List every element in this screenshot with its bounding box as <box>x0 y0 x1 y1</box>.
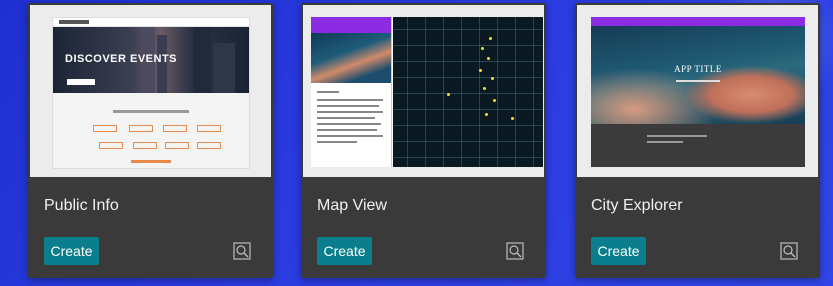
thumbnail-chip <box>197 142 221 149</box>
map-grid-line <box>407 17 408 167</box>
thumbnail-aerial-image: APP TITLE <box>591 26 805 124</box>
thumbnail-hero-title: APP TITLE <box>674 64 722 74</box>
thumbnail-chip <box>129 125 153 132</box>
map-marker <box>481 47 484 50</box>
thumbnail-subtitle <box>676 80 720 82</box>
building <box>213 43 235 93</box>
map-marker <box>447 93 450 96</box>
map-marker <box>479 69 482 72</box>
thumbnail-logo <box>59 20 89 24</box>
map-grid-line <box>393 61 543 62</box>
map-grid-line <box>393 109 543 110</box>
text-line <box>317 135 383 137</box>
text-line <box>317 111 383 113</box>
building <box>193 27 211 93</box>
map-grid-line <box>425 17 426 167</box>
map-marker <box>483 87 486 90</box>
template-card-public-info[interactable]: DISCOVER EVENTS Public Info Create <box>28 3 273 278</box>
thumbnail-chip <box>165 142 189 149</box>
thumbnail-chip <box>163 125 187 132</box>
thumbnail-header <box>311 17 391 33</box>
map-grid-line <box>393 45 543 46</box>
create-button[interactable]: Create <box>44 237 99 265</box>
preview-magnifier-icon[interactable] <box>780 242 798 260</box>
thumbnail-page <box>311 17 543 167</box>
map-grid-line <box>393 125 543 126</box>
text-line <box>317 141 357 143</box>
thumbnail-aerial-image <box>311 33 391 83</box>
thumbnail-chip <box>99 142 123 149</box>
map-grid-line <box>533 17 534 167</box>
thumbnail-hero-button <box>67 79 95 85</box>
map-marker <box>489 37 492 40</box>
card-title: City Explorer <box>591 197 683 214</box>
template-thumbnail[interactable]: APP TITLE <box>577 5 818 177</box>
template-thumbnail[interactable]: DISCOVER EVENTS <box>30 5 271 177</box>
thumbnail-hero: DISCOVER EVENTS <box>53 27 249 93</box>
map-grid-line <box>393 93 543 94</box>
map-grid-line <box>443 17 444 167</box>
thumbnail-side-panel <box>311 17 392 167</box>
thumbnail-hero-title: DISCOVER EVENTS <box>65 53 178 65</box>
map-grid-line <box>393 77 543 78</box>
preview-magnifier-icon[interactable] <box>506 242 524 260</box>
create-button[interactable]: Create <box>591 237 646 265</box>
text-line <box>647 141 683 143</box>
map-grid-line <box>461 17 462 167</box>
thumbnail-chip <box>133 142 157 149</box>
template-card-city-explorer[interactable]: APP TITLE City Explorer Create <box>575 3 820 278</box>
map-grid-line <box>393 29 543 30</box>
map-grid-line <box>393 157 543 158</box>
text-line <box>317 91 339 93</box>
map-grid-line <box>393 141 543 142</box>
map-marker <box>487 57 490 60</box>
thumbnail-chip <box>93 125 117 132</box>
thumbnail-footer-accent <box>131 160 171 163</box>
thumbnail-subtitle <box>113 110 189 113</box>
map-marker <box>493 99 496 102</box>
card-title: Public Info <box>44 197 119 214</box>
map-marker <box>485 113 488 116</box>
thumbnail-nav <box>53 18 249 27</box>
text-line <box>317 123 381 125</box>
text-line <box>317 105 379 107</box>
map-grid-line <box>497 17 498 167</box>
thumbnail-page: DISCOVER EVENTS <box>52 17 250 169</box>
map-marker <box>511 117 514 120</box>
text-line <box>317 99 383 101</box>
text-line <box>317 117 375 119</box>
template-card-map-view[interactable]: Map View Create <box>301 3 546 278</box>
preview-magnifier-icon[interactable] <box>233 242 251 260</box>
thumbnail-map <box>393 17 543 167</box>
thumbnail-chip <box>197 125 221 132</box>
map-grid-line <box>479 17 480 167</box>
thumbnail-page: APP TITLE <box>591 17 805 167</box>
text-line <box>647 135 707 137</box>
thumbnail-header <box>591 17 805 26</box>
map-marker <box>491 77 494 80</box>
text-line <box>317 129 377 131</box>
map-grid-line <box>515 17 516 167</box>
template-thumbnail[interactable] <box>303 5 544 177</box>
card-title: Map View <box>317 197 387 214</box>
create-button[interactable]: Create <box>317 237 372 265</box>
